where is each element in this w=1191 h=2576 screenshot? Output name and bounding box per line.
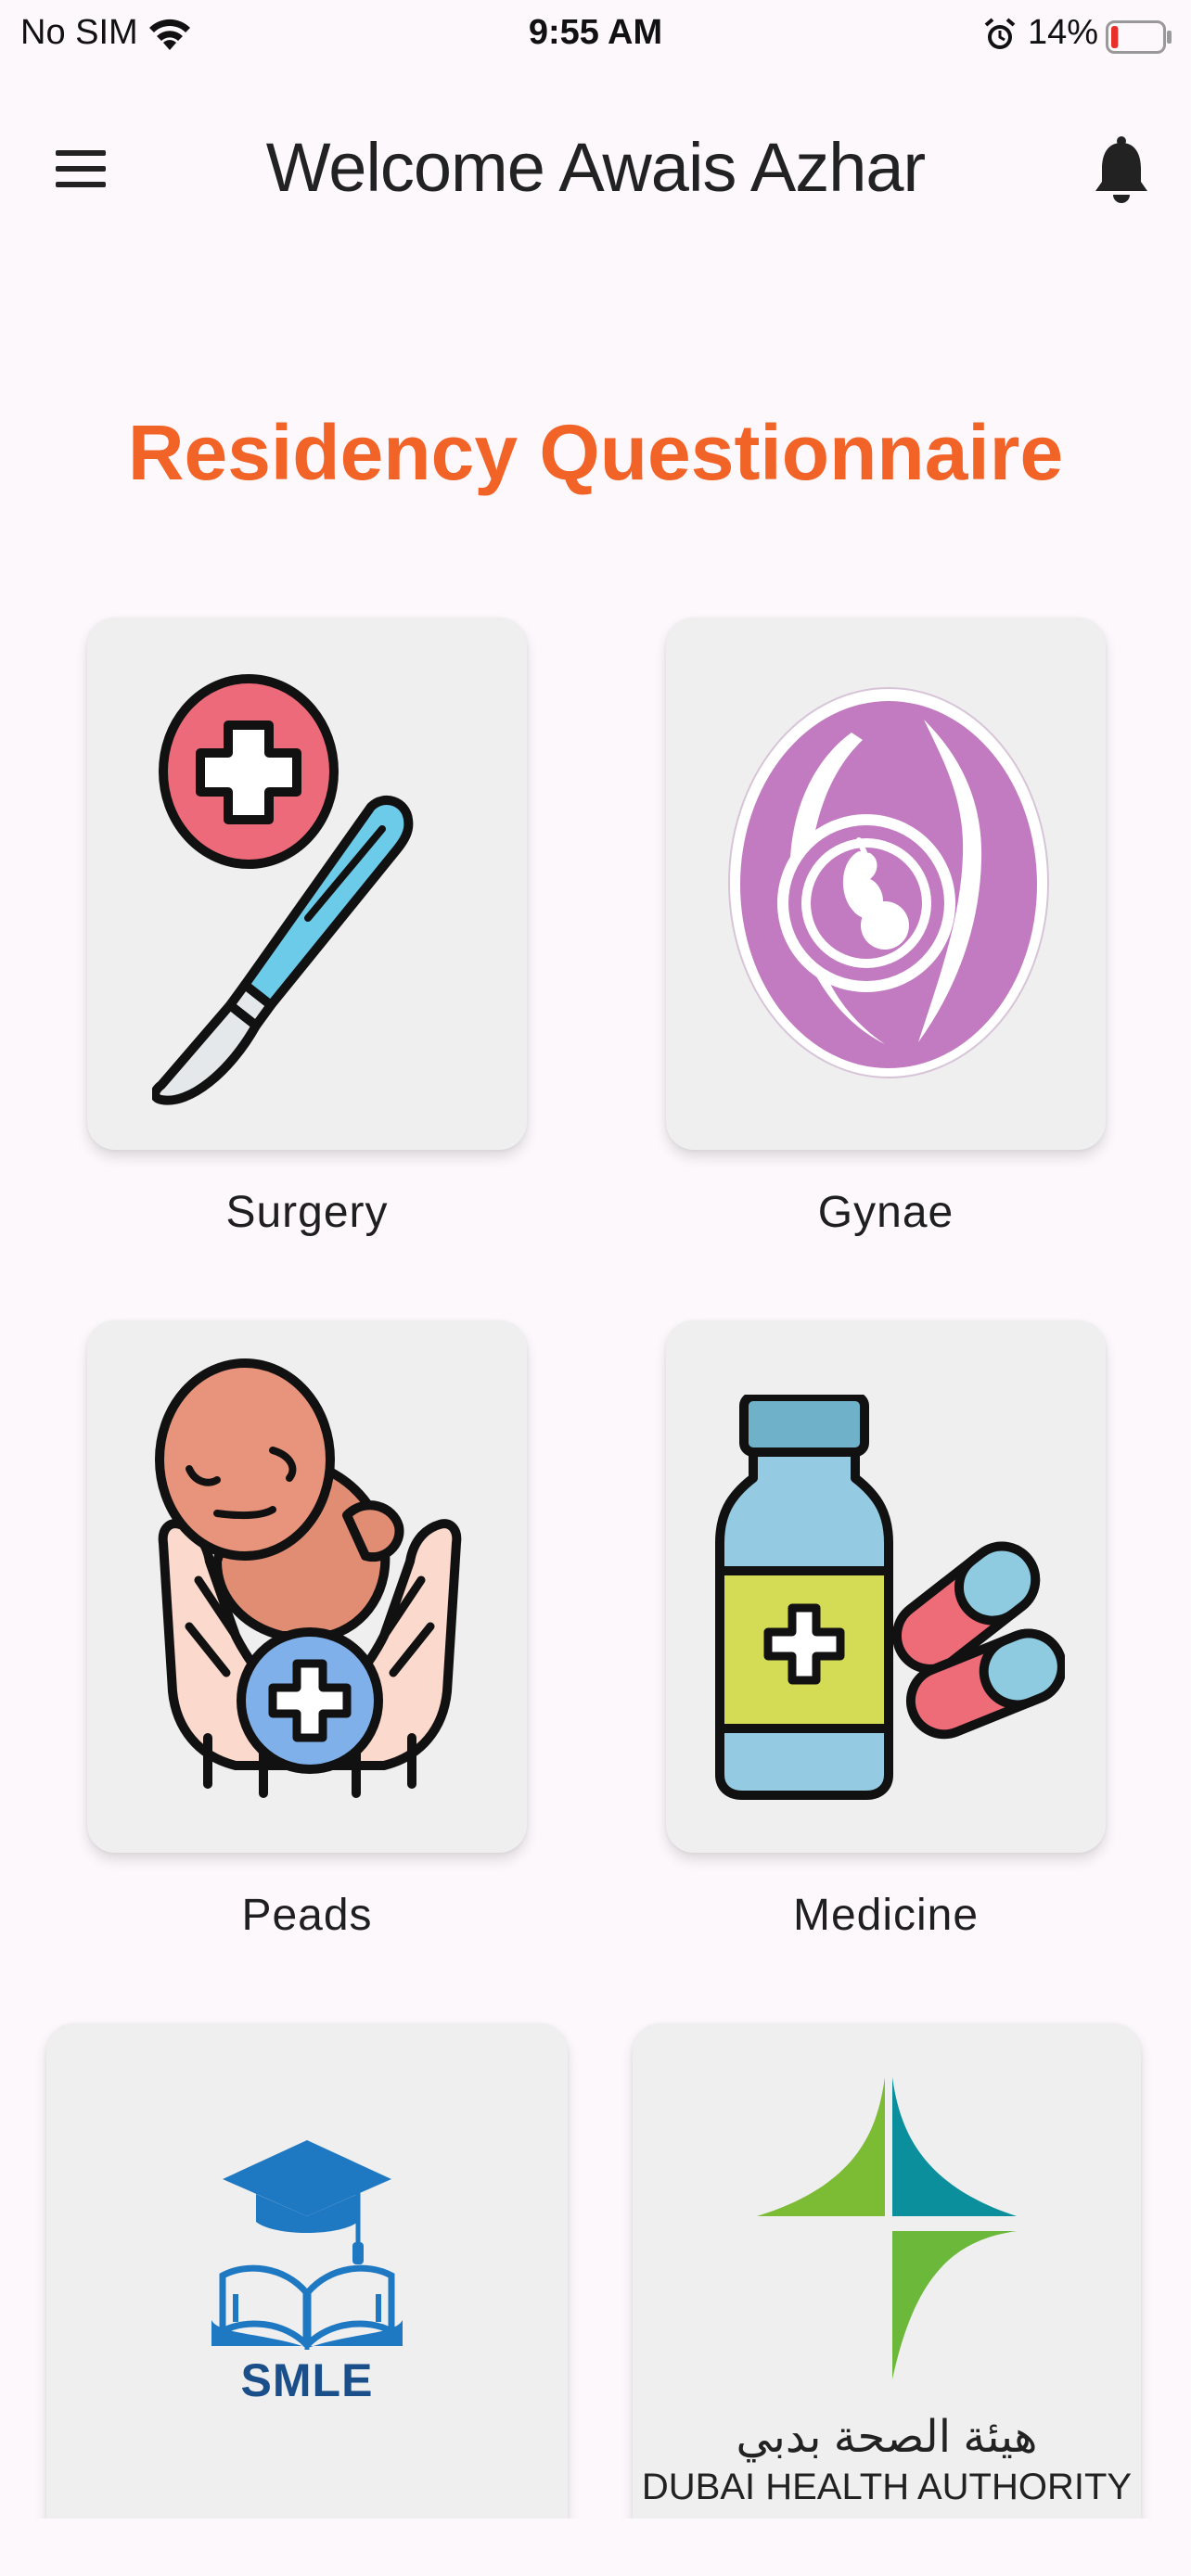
dha-english-name: DUBAI HEALTH AUTHORITY bbox=[641, 2467, 1133, 2507]
bottom-safe-area bbox=[0, 2519, 1191, 2576]
welcome-title: Welcome Awais Azhar bbox=[265, 129, 926, 206]
medicine-label: Medicine bbox=[792, 1891, 980, 1940]
gynae-label: Gynae bbox=[817, 1188, 954, 1237]
dubai-health-authority-card[interactable]: هيئة الصحة بدبي DUBAI HEALTH AUTHORITY bbox=[633, 2023, 1141, 2543]
baby-in-hands-icon bbox=[155, 1358, 462, 1798]
peads-label: Peads bbox=[241, 1891, 373, 1940]
dubai-health-authority-logo bbox=[757, 2077, 1017, 2379]
medicine-card[interactable] bbox=[666, 1320, 1106, 1853]
dha-arabic-name: هيئة الصحة بدبي bbox=[736, 2413, 1038, 2462]
peads-card[interactable] bbox=[87, 1320, 527, 1853]
smle-card[interactable]: SMLE bbox=[46, 2023, 568, 2543]
smle-logo-text: SMLE bbox=[240, 2354, 374, 2406]
pregnancy-icon bbox=[728, 687, 1049, 1078]
bell-icon[interactable] bbox=[1093, 134, 1150, 208]
battery-icon bbox=[1106, 20, 1172, 54]
medicine-bottle-icon bbox=[715, 1395, 1065, 1800]
smle-logo bbox=[211, 2140, 403, 2350]
status-bar: No SIM 9:55 AM 14% bbox=[0, 0, 1191, 74]
gynae-card[interactable] bbox=[666, 618, 1106, 1150]
surgery-label: Surgery bbox=[225, 1188, 389, 1237]
page-title: Residency Questionnaire bbox=[127, 409, 1064, 496]
surgery-card[interactable] bbox=[87, 618, 527, 1150]
scalpel-icon bbox=[152, 674, 414, 1105]
battery-percentage: 14% bbox=[1028, 13, 1099, 52]
app-bar: Welcome Awais Azhar bbox=[0, 93, 1191, 250]
alarm-icon bbox=[984, 18, 1016, 49]
